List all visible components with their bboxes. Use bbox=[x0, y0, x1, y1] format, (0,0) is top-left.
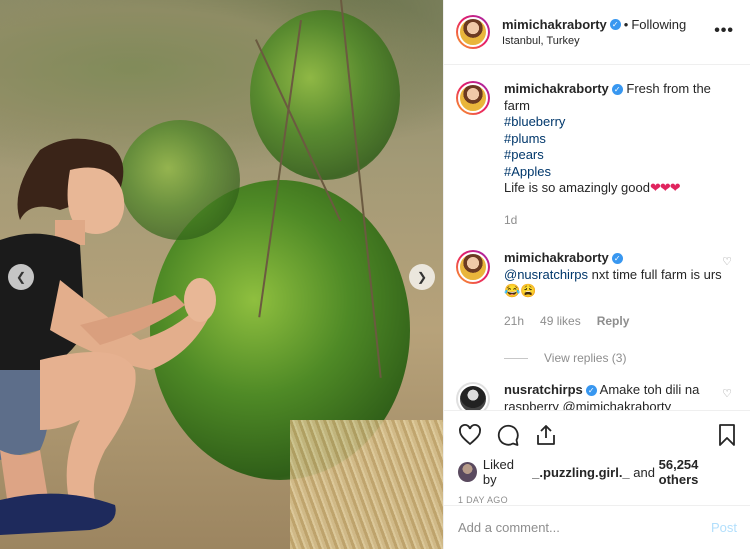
comment-button[interactable] bbox=[496, 423, 520, 447]
post-actions: Liked by _.puzzling.girl._ and 56,254 ot… bbox=[444, 410, 750, 505]
like-button[interactable] bbox=[458, 423, 482, 447]
post-header: mimichakraborty ✓ • Following Istanbul, … bbox=[444, 0, 750, 65]
liker-avatar[interactable] bbox=[458, 462, 477, 482]
post-comment-button[interactable]: Post bbox=[711, 520, 737, 535]
comment-like-heart-icon[interactable]: ♡ bbox=[722, 255, 732, 268]
comments-list[interactable]: mimichakraborty ✓ Fresh from the farm #bl… bbox=[444, 65, 750, 410]
photo-dry-grass bbox=[290, 420, 443, 549]
verified-badge-icon: ✓ bbox=[609, 19, 621, 30]
location-link[interactable]: Istanbul, Turkey bbox=[502, 35, 686, 47]
comment-time[interactable]: 21h bbox=[504, 313, 524, 330]
comment-item: mimichakraborty ✓ @nusratchirps nxt time … bbox=[456, 250, 736, 329]
heart-icon bbox=[459, 424, 481, 446]
comment-text: Amake toh dili na bbox=[599, 382, 700, 397]
comment-input[interactable] bbox=[458, 520, 711, 535]
share-upload-icon bbox=[537, 425, 555, 445]
separator-dot: • bbox=[623, 17, 629, 32]
post-date[interactable]: 1 day ago bbox=[444, 487, 750, 505]
hashtag-link[interactable]: #plums bbox=[504, 131, 726, 148]
likes-prefix: Liked by bbox=[482, 457, 514, 487]
comment-likes[interactable]: 49 likes bbox=[540, 313, 581, 330]
header-line: mimichakraborty ✓ • Following bbox=[502, 17, 686, 32]
more-options-icon[interactable]: ••• bbox=[714, 22, 734, 40]
following-button[interactable]: Following bbox=[631, 17, 686, 32]
replies-divider bbox=[504, 357, 528, 359]
view-replies-button[interactable]: View replies (3) bbox=[504, 351, 736, 365]
header-info: mimichakraborty ✓ • Following Istanbul, … bbox=[502, 17, 686, 47]
verified-badge-icon: ✓ bbox=[611, 253, 623, 265]
post-photo[interactable]: ❮ ❯ bbox=[0, 0, 443, 549]
comment-item: nusratchirps ✓ Amake toh dili na raspberr… bbox=[456, 382, 736, 410]
hashtag-link[interactable]: #pears bbox=[504, 147, 726, 164]
save-button[interactable] bbox=[715, 423, 739, 447]
hashtag-link[interactable]: #Apples bbox=[504, 164, 726, 181]
hashtag-link[interactable]: #blueberry bbox=[504, 114, 726, 131]
likes-count-link[interactable]: 56,254 others bbox=[659, 457, 737, 487]
chevron-right-icon: ❯ bbox=[416, 270, 428, 284]
verified-badge-icon: ✓ bbox=[585, 385, 597, 397]
avatar[interactable] bbox=[456, 15, 490, 49]
comment-bubble-icon bbox=[497, 424, 519, 446]
add-comment-bar: Post bbox=[444, 505, 750, 549]
avatar[interactable] bbox=[456, 250, 490, 284]
carousel-next-button[interactable]: ❯ bbox=[409, 264, 435, 290]
reply-button[interactable]: Reply bbox=[597, 313, 630, 330]
post-details-panel: mimichakraborty ✓ • Following Istanbul, … bbox=[443, 0, 750, 549]
comment-body: nusratchirps ✓ Amake toh dili na raspberr… bbox=[504, 382, 726, 410]
liked-by-user-link[interactable]: _.puzzling.girl._ bbox=[532, 465, 630, 480]
caption-meta: 1d bbox=[504, 212, 726, 229]
chevron-left-icon: ❮ bbox=[15, 270, 27, 284]
caption-time[interactable]: 1d bbox=[504, 212, 517, 229]
likes-summary: Liked by _.puzzling.girl._ and 56,254 ot… bbox=[444, 451, 750, 487]
view-replies-label: View replies (3) bbox=[544, 351, 627, 365]
comment-username[interactable]: nusratchirps bbox=[504, 382, 583, 397]
caption-text-last: Life is so amazingly good bbox=[504, 180, 650, 195]
caption-username[interactable]: mimichakraborty bbox=[504, 81, 609, 96]
caption: mimichakraborty ✓ Fresh from the farm #bl… bbox=[456, 81, 736, 228]
action-bar bbox=[444, 411, 750, 451]
username-link[interactable]: mimichakraborty bbox=[502, 17, 607, 32]
comment-text-overflow: raspberry @mimichakraborty bbox=[504, 398, 672, 411]
comment-body: mimichakraborty ✓ @nusratchirps nxt time … bbox=[504, 250, 726, 329]
bookmark-icon bbox=[719, 424, 735, 446]
carousel-prev-button[interactable]: ❮ bbox=[8, 264, 34, 290]
photo-bush-top bbox=[250, 10, 400, 180]
mention-link[interactable]: @nusratchirps bbox=[504, 267, 588, 282]
caption-body: mimichakraborty ✓ Fresh from the farm #bl… bbox=[504, 81, 726, 228]
share-button[interactable] bbox=[534, 423, 558, 447]
photo-woman bbox=[0, 138, 216, 535]
avatar[interactable] bbox=[456, 81, 490, 115]
comment-meta: 21h 49 likes Reply bbox=[504, 313, 726, 330]
likes-middle: and bbox=[633, 464, 655, 480]
verified-badge-icon: ✓ bbox=[611, 84, 623, 96]
avatar[interactable] bbox=[456, 382, 490, 410]
heart-emoji-icon: ❤❤❤ bbox=[649, 180, 681, 195]
comment-username[interactable]: mimichakraborty bbox=[504, 250, 609, 265]
comment-like-heart-icon[interactable]: ♡ bbox=[722, 387, 732, 400]
